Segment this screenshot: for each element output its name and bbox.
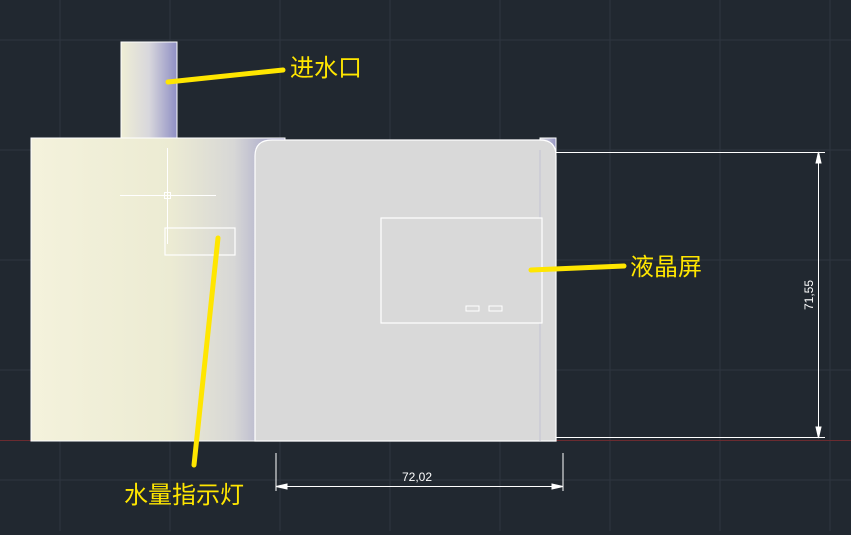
- lcd-label: 液晶屏: [630, 253, 702, 281]
- inlet-label: 进水口: [290, 54, 362, 82]
- callout-inlet: [165, 67, 286, 85]
- height-dimension: [556, 151, 825, 439]
- cad-drawing: 进水口 液晶屏 水量指示灯 72,02 71,55: [0, 0, 851, 531]
- inlet-pipe: [120, 41, 178, 140]
- lcd-screen: [380, 217, 543, 324]
- drawing-canvas: [0, 0, 851, 531]
- water-indicator-label: 水量指示灯: [124, 481, 244, 509]
- height-dimension-text: 71,55: [802, 279, 817, 311]
- width-dimension-text: 72,02: [402, 470, 433, 484]
- tank-body: [30, 137, 286, 442]
